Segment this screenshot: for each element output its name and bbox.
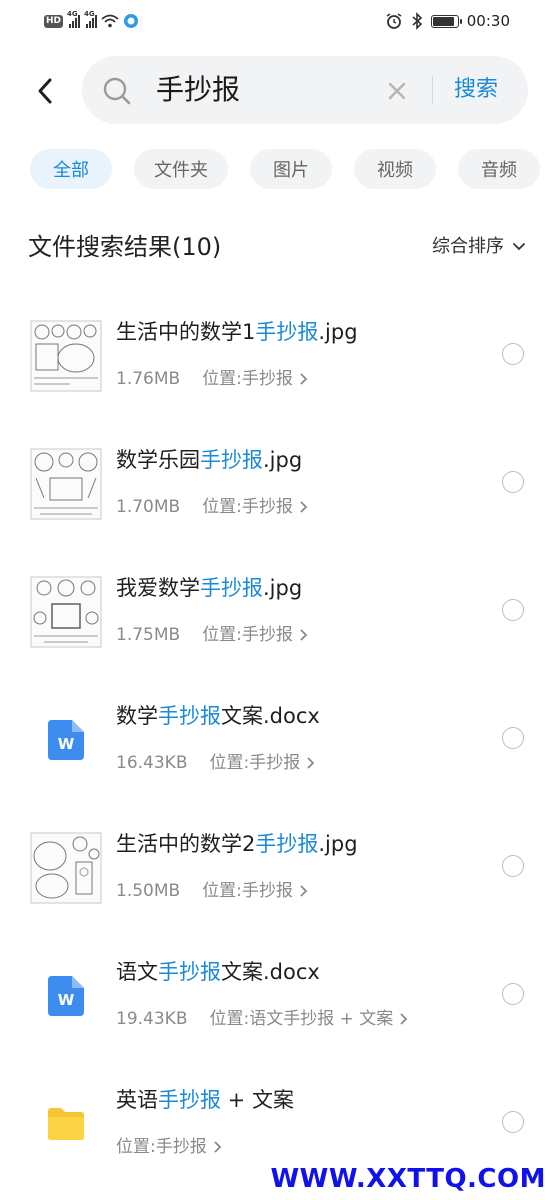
location-link[interactable]: 手抄报 [242,622,293,648]
clear-button[interactable] [382,76,412,106]
file-meta: 19.43KB 位置: 语文手抄报 + 文案 [116,1006,408,1032]
search-icon [103,77,131,105]
chevron-down-icon [513,243,525,251]
tab-videos[interactable]: 视频 [354,149,436,189]
folder-icon [30,1088,102,1160]
list-item[interactable]: W 数学手抄报文案.docx 16.43KB 位置: 手抄报 [0,674,554,802]
status-time: 00:30 [466,12,510,30]
file-name: 我爱数学手抄报.jpg [116,576,303,600]
chevron-right-icon [213,1140,222,1154]
list-item[interactable]: 生活中的数学1手抄报.jpg 1.76MB 位置: 手抄报 [0,290,554,418]
status-right: 00:30 [385,10,510,32]
tab-images[interactable]: 图片 [250,149,332,189]
image-thumbnail [30,832,102,904]
file-meta: 16.43KB 位置: 手抄报 [116,750,315,776]
file-size: 1.76MB [116,369,181,389]
chevron-right-icon [299,372,308,386]
location-label: 位置: [209,1009,250,1029]
signal-icon: 4G [67,10,81,28]
results-list: 生活中的数学1手抄报.jpg 1.76MB 位置: 手抄报 数学乐园手抄报.jp… [0,290,554,1186]
location-link[interactable]: 手抄报 [249,750,300,776]
location-label: 位置: [202,625,242,645]
select-radio[interactable] [502,599,524,621]
select-radio[interactable] [502,343,524,365]
file-size: 1.70MB [116,497,181,517]
results-title: 文件搜索结果(10) [28,233,222,261]
sort-button[interactable]: 综合排序 [432,234,526,260]
file-size: 16.43KB [116,753,188,773]
file-meta: 1.50MB 位置: 手抄报 [116,878,308,904]
signal-icon: 4G [84,10,98,28]
app-notification-icon [124,14,139,28]
search-button[interactable]: 搜索 [454,74,498,106]
location-label: 位置: [202,497,242,517]
chevron-right-icon [299,500,308,514]
image-thumbnail [30,576,102,648]
word-doc-icon: W [30,960,102,1032]
chevron-right-icon [306,756,315,770]
bluetooth-icon [412,12,422,30]
file-name: 生活中的数学1手抄报.jpg [116,320,358,344]
close-icon [388,82,406,100]
svg-text:W: W [58,735,75,753]
select-radio[interactable] [502,471,524,493]
tab-audio[interactable]: 音频 [458,149,540,189]
location-link[interactable]: 手抄报 [242,494,293,520]
select-radio[interactable] [502,855,524,877]
list-item[interactable]: 我爱数学手抄报.jpg 1.75MB 位置: 手抄报 [0,546,554,674]
file-meta: 1.75MB 位置: 手抄报 [116,622,308,648]
list-item[interactable]: 数学乐园手抄报.jpg 1.70MB 位置: 手抄报 [0,418,554,546]
image-thumbnail [30,320,102,392]
chevron-right-icon [299,884,308,898]
chevron-right-icon [399,1012,408,1026]
battery-icon [430,14,462,28]
word-doc-icon: W [30,704,102,776]
select-radio[interactable] [502,983,524,1005]
file-name: 数学手抄报文案.docx [116,704,320,728]
file-name: 语文手抄报文案.docx [116,960,320,984]
status-left: HD 4G 4G [44,10,139,30]
image-thumbnail [30,448,102,520]
search-bar[interactable]: 手抄报 搜索 [82,56,528,124]
alarm-icon [386,13,402,29]
file-size: 19.43KB [116,1009,188,1029]
file-name: 数学乐园手抄报.jpg [116,448,303,472]
file-size: 1.50MB [116,881,181,901]
location-link[interactable]: 手抄报 [242,878,293,904]
location-label: 位置: [202,881,242,901]
location-label: 位置: [209,753,250,773]
wifi-icon [101,14,119,28]
network-type-label: 4G [67,10,78,18]
svg-text:W: W [58,991,75,1009]
location-label: 位置: [116,1137,156,1157]
location-label: 位置: [202,369,242,389]
tab-all[interactable]: 全部 [30,149,112,189]
list-item[interactable]: 生活中的数学2手抄报.jpg 1.50MB 位置: 手抄报 [0,802,554,930]
sort-label: 综合排序 [432,236,504,257]
location-link[interactable]: 语文手抄报 + 文案 [249,1006,393,1032]
location-link[interactable]: 手抄报 [242,366,293,392]
list-item[interactable]: W 语文手抄报文案.docx 19.43KB 位置: 语文手抄报 + 文案 [0,930,554,1058]
watermark: WWW.XXTTQ.COM [270,1164,546,1194]
chevron-right-icon [299,628,308,642]
network-type-label: 4G [84,10,95,18]
hd-badge: HD [44,14,64,28]
file-meta: 1.76MB 位置: 手抄报 [116,366,308,392]
back-button[interactable] [24,70,66,112]
folder-name: 英语手抄报 + 文案 [116,1088,294,1112]
search-input[interactable]: 手抄报 [156,72,240,108]
file-meta: 1.70MB 位置: 手抄报 [116,494,308,520]
status-bar: HD 4G 4G 00:30 [0,0,554,42]
tab-folders[interactable]: 文件夹 [134,149,228,189]
file-size: 1.75MB [116,625,181,645]
file-meta: 位置: 手抄报 [116,1134,222,1160]
back-arrow-icon [38,78,52,104]
location-link[interactable]: 手抄报 [156,1134,207,1160]
select-radio[interactable] [502,1111,524,1133]
select-radio[interactable] [502,727,524,749]
filter-tabs: 全部 文件夹 图片 视频 音频 [30,149,540,189]
search-divider [432,76,433,104]
file-name: 生活中的数学2手抄报.jpg [116,832,358,856]
